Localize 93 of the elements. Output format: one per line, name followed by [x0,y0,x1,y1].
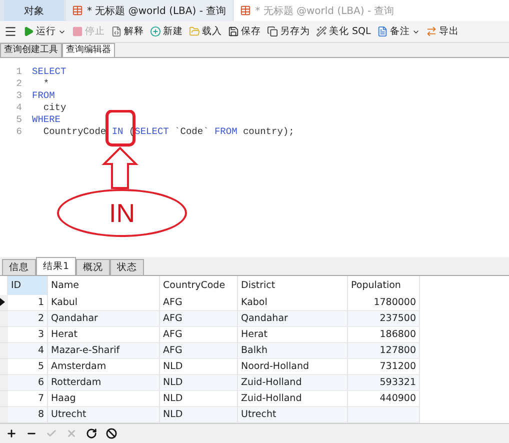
table-cell: Herat [238,326,348,343]
code-line: city [42,102,66,114]
table-cell: Rotterdam [48,374,160,391]
stop-icon[interactable] [106,428,117,439]
arrows-icon [426,26,437,38]
table-cell: Kabul [48,294,160,311]
line-number: 2 [15,78,23,90]
table-cell: 5 [8,358,48,375]
table-cell: AFG [160,342,238,359]
column-header[interactable]: Name [48,276,160,295]
toolbar-button[interactable]: 运行 [23,25,66,38]
code-line: * [42,78,50,90]
result-tab[interactable]: 结果1 [36,256,76,275]
table-icon [72,5,83,16]
line-number: 6 [15,126,23,138]
editor-tab[interactable]: 查询编辑器 [62,43,115,58]
magic-wand-icon [316,26,327,38]
column-header[interactable]: ID [8,276,48,295]
highlight-frame [106,110,136,147]
table-cell: Qandahar [48,310,160,327]
table-cell: 3 [8,326,48,343]
result-tab[interactable]: 状态 [110,258,144,275]
table-cell: 440900 [348,390,420,407]
table-cell: Mazar-e-Sharif [48,342,160,359]
line-number: 4 [15,102,23,114]
table-cell: 1780000 [348,294,420,311]
table-cell: NLD [160,358,238,375]
table-cell: AFG [160,310,238,327]
add-icon[interactable] [6,428,17,439]
window-tab[interactable]: * 无标题 @world (LBA) - 查询 [66,0,232,22]
table-cell: 7 [8,390,48,407]
table-cell: Herat [48,326,160,343]
toolbar-button[interactable]: 保存 [228,25,261,38]
editor-tab[interactable]: 查询创建工具 [0,43,62,58]
window-tab[interactable]: 对象 [4,0,64,22]
table-cell: 2 [8,310,48,327]
table-cell: Kabol [238,294,348,311]
table-cell: Amsterdam [48,358,160,375]
code-line: SELECT [32,66,66,78]
toolbar-button[interactable]: 解释 [111,25,144,38]
current-row-icon [0,298,5,306]
table-cell: Zuid-Holland [238,374,348,391]
table-cell: 127800 [348,342,420,359]
table-cell: Zuid-Holland [238,390,348,407]
folder-icon [189,26,200,38]
table-cell: 6 [8,374,48,391]
menu-icon [4,25,17,38]
stop-icon [72,26,83,38]
play-icon [23,26,34,38]
line-number: 5 [15,114,23,126]
code-line: WHERE [32,114,61,126]
table-cell: 4 [8,342,48,359]
table-cell: 186800 [348,326,420,343]
table-icon [240,5,252,16]
plus-circle-icon [150,26,161,38]
table-cell: Utrecht [238,406,348,423]
copy-icon [267,26,278,38]
table-cell: Noord-Holland [238,358,348,375]
toolbar-button[interactable]: 导出 [426,25,459,38]
row-header[interactable] [0,294,8,311]
table-cell: Utrecht [48,406,160,423]
toolbar-button[interactable]: 新建 [150,25,183,38]
toolbar-button[interactable]: 美化 SQL [316,25,371,38]
line-number: 3 [15,90,23,102]
toolbar-button[interactable]: 备注 [376,25,420,38]
result-tab[interactable]: 信息 [2,258,36,275]
table-cell: AFG [160,326,238,343]
toolbar-button[interactable]: 载入 [189,25,222,38]
table-cell: 593321 [348,374,420,391]
column-header[interactable]: District [238,276,348,295]
column-header[interactable]: Population [348,276,420,295]
table-cell: NLD [160,374,238,391]
document-icon [376,26,388,38]
line-number: 1 [15,66,23,78]
table-cell: Balkh [238,342,348,359]
result-tab[interactable]: 概况 [76,258,110,275]
table-cell: 237500 [348,310,420,327]
toolbar-button[interactable]: 另存为 [267,25,310,38]
menu-button[interactable] [4,25,17,38]
column-header[interactable]: CountryCode [160,276,238,295]
code-line: FROM [32,90,55,102]
table-cell: 1 [8,294,48,311]
arrow-icon [102,147,138,190]
table-cell: NLD [160,390,238,407]
table-cell: NLD [160,406,238,423]
code-file-icon [111,26,122,38]
refresh-icon[interactable] [86,428,97,439]
annotation-label: IN [57,189,187,238]
table-cell: AFG [160,294,238,311]
table-cell: 731200 [348,358,420,375]
table-cell: Qandahar [238,310,348,327]
table-cell: 8 [8,406,48,423]
table-cell: Haag [48,390,160,407]
